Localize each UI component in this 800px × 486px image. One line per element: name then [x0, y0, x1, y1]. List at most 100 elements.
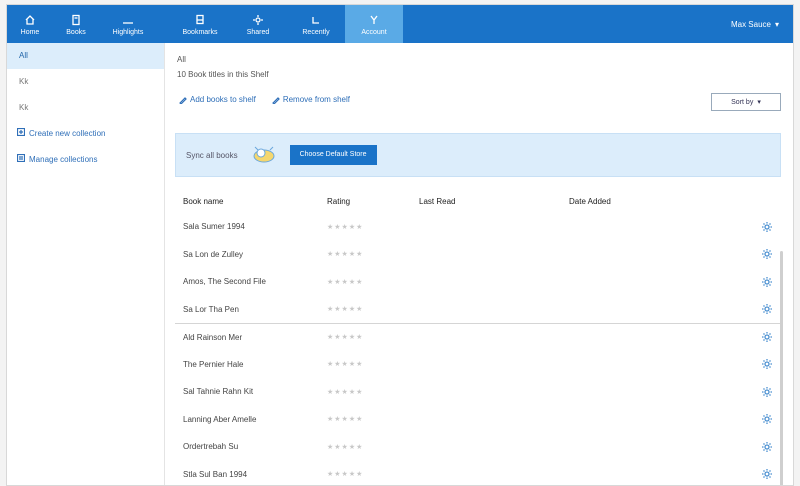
gear-icon[interactable]	[761, 358, 773, 370]
home-icon	[23, 13, 37, 27]
table-row[interactable]: Sa Lor Tha Pen ★★★★★	[175, 296, 781, 324]
book-name-cell: Amos, The Second File	[183, 277, 267, 287]
list-icon	[16, 147, 26, 173]
app-window: Home Books Highlights Bookmarks Shared R…	[6, 4, 794, 486]
sort-label: Sort by	[731, 98, 754, 106]
nav-books[interactable]: Books	[53, 5, 99, 43]
sidebar: All Kk Kk Create new collection Manage c…	[7, 43, 165, 485]
nav-recently[interactable]: Recently	[287, 5, 345, 43]
rating-stars[interactable]: ★★★★★	[327, 278, 419, 286]
book-name-cell: Stla Sul Ban 1994	[183, 469, 248, 479]
table-row[interactable]: The Pernier Hale ★★★★★	[175, 351, 781, 379]
gear-icon[interactable]	[761, 248, 773, 260]
table-header: Book name Rating Last Read Date Added	[175, 189, 781, 213]
gear-icon[interactable]	[761, 468, 773, 480]
table-row[interactable]: Sa Lon de Zulley ★★★★★	[175, 241, 781, 269]
choose-default-store-button[interactable]: Choose Default Store	[289, 145, 377, 165]
nav-label: Account	[361, 28, 387, 36]
edit-icon	[271, 96, 280, 104]
gear-icon[interactable]	[761, 413, 773, 425]
book-name-cell: Sa Lor Tha Pen	[183, 304, 239, 314]
table-row[interactable]: Amos, The Second File ★★★★★	[175, 268, 781, 296]
book-name-cell: Sa Lon de Zulley	[183, 249, 244, 259]
breadcrumb: All	[177, 55, 186, 64]
shelf-summary: 10 Book titles in this Shelf	[177, 70, 269, 79]
account-icon	[367, 13, 381, 27]
nav-separator	[157, 5, 171, 43]
scrollbar[interactable]	[780, 251, 783, 485]
rating-stars[interactable]: ★★★★★	[327, 388, 419, 396]
highlight-icon	[121, 13, 135, 27]
header-book-name[interactable]: Book name	[175, 197, 327, 206]
table-row[interactable]: Ald Rainson Mer ★★★★★	[175, 323, 781, 351]
book-name-cell: Sal Tahnie Rahn Kit	[183, 387, 254, 397]
rating-stars[interactable]: ★★★★★	[327, 360, 419, 368]
header-date-added[interactable]: Date Added	[569, 197, 719, 206]
gear-icon[interactable]	[761, 303, 773, 315]
nav-bookmarks[interactable]: Bookmarks	[171, 5, 229, 43]
remove-books-link[interactable]: Remove from shelf	[271, 95, 350, 104]
table-row[interactable]: Sala Sumer 1994 ★★★★★	[175, 213, 781, 241]
gear-icon[interactable]	[761, 331, 773, 343]
book-name-cell: Ald Rainson Mer	[183, 332, 243, 342]
nav-account[interactable]: Account	[345, 5, 403, 43]
gear-icon[interactable]	[761, 276, 773, 288]
banner-text: Sync all books	[186, 150, 238, 160]
nav-label: Books	[66, 28, 86, 36]
manage-collections-link[interactable]: Manage collections	[7, 147, 164, 173]
header-last-read[interactable]: Last Read	[419, 197, 569, 206]
create-collection-link[interactable]: Create new collection	[7, 121, 164, 147]
clock-icon	[309, 13, 323, 27]
nav-shared[interactable]: Shared	[229, 5, 287, 43]
nav-label: Shared	[246, 28, 270, 36]
rating-stars[interactable]: ★★★★★	[327, 305, 419, 313]
rating-stars[interactable]: ★★★★★	[327, 443, 419, 451]
top-navigation: Home Books Highlights Bookmarks Shared R…	[7, 5, 793, 43]
books-table: Book name Rating Last Read Date Added Sa…	[175, 189, 781, 486]
rating-stars[interactable]: ★★★★★	[327, 333, 419, 341]
gear-icon[interactable]	[761, 386, 773, 398]
sidebar-item-all[interactable]: All	[7, 43, 164, 69]
main-content: All 10 Book titles in this Shelf Add boo…	[175, 43, 783, 485]
nav-highlights[interactable]: Highlights	[99, 5, 157, 43]
account-menu[interactable]: Max Sauce ▾	[730, 5, 793, 43]
account-name: Max Sauce	[730, 19, 771, 29]
nav-label: Home	[20, 28, 40, 36]
book-name-cell: Ordertrebah Su	[183, 442, 239, 452]
bookmark-icon	[193, 13, 207, 27]
rating-stars[interactable]: ★★★★★	[327, 415, 419, 423]
book-icon	[69, 13, 83, 27]
table-body: Sala Sumer 1994 ★★★★★ Sa Lon de Zulley ★★★★…	[175, 213, 781, 486]
rating-stars[interactable]: ★★★★★	[327, 470, 419, 478]
rating-stars[interactable]: ★★★★★	[327, 250, 419, 258]
action-label: Remove from shelf	[282, 95, 350, 104]
table-row[interactable]: Sal Tahnie Rahn Kit ★★★★★	[175, 378, 781, 406]
chevron-down-icon: ▾	[774, 19, 779, 29]
edit-icon	[179, 96, 187, 104]
cloud-sync-icon	[250, 143, 278, 167]
plus-icon	[16, 121, 26, 147]
book-name-cell: The Pernier Hale	[183, 359, 244, 369]
table-row[interactable]: Ordertrebah Su ★★★★★	[175, 433, 781, 461]
nav-label: Highlights	[112, 28, 144, 36]
link-label: Manage collections	[29, 155, 98, 164]
nav-label: Recently	[302, 28, 330, 36]
sidebar-item-kk-1[interactable]: Kk	[7, 69, 164, 95]
gear-icon[interactable]	[761, 221, 773, 233]
rating-stars[interactable]: ★★★★★	[327, 223, 419, 231]
shelf-actions: Add books to shelf Remove from shelf	[179, 95, 350, 104]
chevron-down-icon: ▾	[757, 99, 761, 106]
add-books-link[interactable]: Add books to shelf	[179, 95, 256, 104]
gear-icon[interactable]	[761, 441, 773, 453]
nav-label: Bookmarks	[182, 28, 218, 36]
nav-home[interactable]: Home	[7, 5, 53, 43]
table-row[interactable]: Stla Sul Ban 1994 ★★★★★	[175, 461, 781, 486]
sync-banner: Sync all books Choose Default Store	[175, 133, 781, 177]
header-rating[interactable]: Rating	[327, 197, 419, 206]
book-name-cell: Sala Sumer 1994	[183, 222, 245, 232]
share-icon	[251, 13, 265, 27]
sort-dropdown[interactable]: Sort by ▾	[711, 93, 781, 111]
sidebar-item-kk-2[interactable]: Kk	[7, 95, 164, 121]
table-row[interactable]: Lanning Aber Amelle ★★★★★	[175, 406, 781, 434]
book-name-cell: Lanning Aber Amelle	[183, 414, 257, 424]
